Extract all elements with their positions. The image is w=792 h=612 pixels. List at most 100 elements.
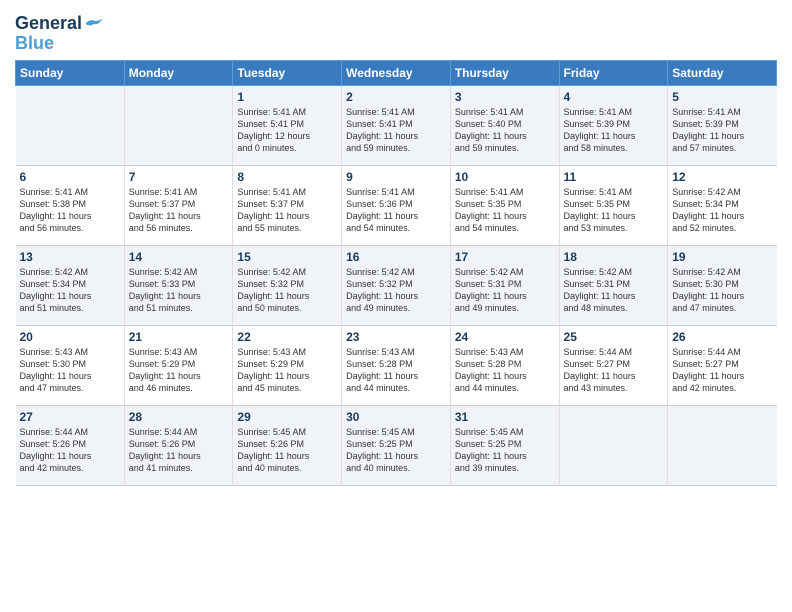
- header: General Blue: [15, 10, 777, 54]
- day-info: Sunrise: 5:41 AM Sunset: 5:41 PM Dayligh…: [346, 106, 446, 155]
- calendar-cell: 29Sunrise: 5:45 AM Sunset: 5:26 PM Dayli…: [233, 406, 342, 486]
- day-number: 7: [129, 170, 229, 184]
- header-monday: Monday: [124, 61, 233, 86]
- logo-bird-icon: [84, 14, 104, 34]
- calendar-cell: 22Sunrise: 5:43 AM Sunset: 5:29 PM Dayli…: [233, 326, 342, 406]
- calendar-cell: 27 Sunrise: 5:44 AM Sunset: 5:26 PM Dayli…: [16, 406, 125, 486]
- day-number: 26: [672, 330, 772, 344]
- day-number: 14: [129, 250, 229, 264]
- calendar-cell: 4 Sunrise: 5:41 AM Sunset: 5:39 PM Daylig…: [559, 86, 668, 166]
- logo: General Blue: [15, 14, 104, 54]
- day-info: Sunrise: 5:42 AM Sunset: 5:31 PM Dayligh…: [455, 266, 555, 315]
- day-info: Sunrise: 5:41 AM Sunset: 5:37 PM Dayligh…: [237, 186, 337, 235]
- day-number: 30: [346, 410, 446, 424]
- day-info: Sunrise: 5:43 AM Sunset: 5:29 PM Dayligh…: [129, 346, 229, 395]
- day-number: 17: [455, 250, 555, 264]
- calendar-cell: 31Sunrise: 5:45 AM Sunset: 5:25 PM Dayli…: [450, 406, 559, 486]
- logo-text-general: General: [15, 14, 82, 34]
- calendar-cell: 8 Sunrise: 5:41 AM Sunset: 5:37 PM Daylig…: [233, 166, 342, 246]
- day-info: Sunrise: 5:41 AM Sunset: 5:37 PM Dayligh…: [129, 186, 229, 235]
- day-number: 9: [346, 170, 446, 184]
- calendar-cell: 23Sunrise: 5:43 AM Sunset: 5:28 PM Dayli…: [342, 326, 451, 406]
- calendar-cell: 25 Sunrise: 5:44 AM Sunset: 5:27 PM Dayli…: [559, 326, 668, 406]
- calendar-cell: 15 Sunrise: 5:42 AM Sunset: 5:32 PM Dayli…: [233, 246, 342, 326]
- day-number: 16: [346, 250, 446, 264]
- day-number: 6: [20, 170, 120, 184]
- day-number: 25: [564, 330, 664, 344]
- calendar-cell: [668, 406, 777, 486]
- calendar-cell: 19 Sunrise: 5:42 AM Sunset: 5:30 PM Dayli…: [668, 246, 777, 326]
- calendar-week-2: 13 Sunrise: 5:42 AM Sunset: 5:34 PM Dayli…: [16, 246, 777, 326]
- day-info: Sunrise: 5:42 AM Sunset: 5:32 PM Dayligh…: [346, 266, 446, 315]
- calendar-cell: 9 Sunrise: 5:41 AM Sunset: 5:36 PM Daylig…: [342, 166, 451, 246]
- day-info: Sunrise: 5:41 AM Sunset: 5:36 PM Dayligh…: [346, 186, 446, 235]
- calendar-cell: 28Sunrise: 5:44 AM Sunset: 5:26 PM Dayli…: [124, 406, 233, 486]
- day-info: Sunrise: 5:41 AM Sunset: 5:39 PM Dayligh…: [564, 106, 664, 155]
- day-info: Sunrise: 5:41 AM Sunset: 5:35 PM Dayligh…: [455, 186, 555, 235]
- day-number: 3: [455, 90, 555, 104]
- calendar-cell: 10Sunrise: 5:41 AM Sunset: 5:35 PM Dayli…: [450, 166, 559, 246]
- day-number: 20: [20, 330, 120, 344]
- calendar-cell: 2 Sunrise: 5:41 AM Sunset: 5:41 PM Daylig…: [342, 86, 451, 166]
- day-number: 12: [672, 170, 772, 184]
- day-info: Sunrise: 5:42 AM Sunset: 5:32 PM Dayligh…: [237, 266, 337, 315]
- day-info: Sunrise: 5:44 AM Sunset: 5:27 PM Dayligh…: [672, 346, 772, 395]
- calendar-cell: 1Sunrise: 5:41 AM Sunset: 5:41 PM Daylig…: [233, 86, 342, 166]
- day-number: 11: [564, 170, 664, 184]
- calendar-cell: 30 Sunrise: 5:45 AM Sunset: 5:25 PM Dayli…: [342, 406, 451, 486]
- main-container: General Blue SundayMondayTuesdayWednesda…: [0, 0, 792, 496]
- calendar-cell: 14 Sunrise: 5:42 AM Sunset: 5:33 PM Dayli…: [124, 246, 233, 326]
- day-number: 8: [237, 170, 337, 184]
- calendar-cell: 17 Sunrise: 5:42 AM Sunset: 5:31 PM Dayli…: [450, 246, 559, 326]
- calendar-week-4: 27 Sunrise: 5:44 AM Sunset: 5:26 PM Dayli…: [16, 406, 777, 486]
- day-info: Sunrise: 5:41 AM Sunset: 5:35 PM Dayligh…: [564, 186, 664, 235]
- header-thursday: Thursday: [450, 61, 559, 86]
- calendar-cell: 5 Sunrise: 5:41 AM Sunset: 5:39 PM Daylig…: [668, 86, 777, 166]
- calendar-week-3: 20Sunrise: 5:43 AM Sunset: 5:30 PM Dayli…: [16, 326, 777, 406]
- day-info: Sunrise: 5:42 AM Sunset: 5:33 PM Dayligh…: [129, 266, 229, 315]
- day-info: Sunrise: 5:45 AM Sunset: 5:25 PM Dayligh…: [455, 426, 555, 475]
- day-info: Sunrise: 5:42 AM Sunset: 5:30 PM Dayligh…: [672, 266, 772, 315]
- calendar-cell: 7 Sunrise: 5:41 AM Sunset: 5:37 PM Daylig…: [124, 166, 233, 246]
- calendar-cell: 16 Sunrise: 5:42 AM Sunset: 5:32 PM Dayli…: [342, 246, 451, 326]
- calendar-cell: 21Sunrise: 5:43 AM Sunset: 5:29 PM Dayli…: [124, 326, 233, 406]
- day-info: Sunrise: 5:42 AM Sunset: 5:31 PM Dayligh…: [564, 266, 664, 315]
- header-sunday: Sunday: [16, 61, 125, 86]
- logo-text-blue: Blue: [15, 33, 54, 53]
- calendar-cell: 18 Sunrise: 5:42 AM Sunset: 5:31 PM Dayli…: [559, 246, 668, 326]
- day-info: Sunrise: 5:44 AM Sunset: 5:26 PM Dayligh…: [129, 426, 229, 475]
- calendar-week-0: 1Sunrise: 5:41 AM Sunset: 5:41 PM Daylig…: [16, 86, 777, 166]
- day-info: Sunrise: 5:43 AM Sunset: 5:28 PM Dayligh…: [455, 346, 555, 395]
- day-info: Sunrise: 5:41 AM Sunset: 5:41 PM Dayligh…: [237, 106, 337, 155]
- day-info: Sunrise: 5:41 AM Sunset: 5:39 PM Dayligh…: [672, 106, 772, 155]
- day-info: Sunrise: 5:45 AM Sunset: 5:26 PM Dayligh…: [237, 426, 337, 475]
- day-number: 13: [20, 250, 120, 264]
- day-info: Sunrise: 5:41 AM Sunset: 5:38 PM Dayligh…: [20, 186, 120, 235]
- day-info: Sunrise: 5:44 AM Sunset: 5:26 PM Dayligh…: [20, 426, 120, 475]
- calendar-week-1: 6 Sunrise: 5:41 AM Sunset: 5:38 PM Daylig…: [16, 166, 777, 246]
- header-wednesday: Wednesday: [342, 61, 451, 86]
- day-number: 19: [672, 250, 772, 264]
- day-number: 2: [346, 90, 446, 104]
- calendar-cell: 3 Sunrise: 5:41 AM Sunset: 5:40 PM Daylig…: [450, 86, 559, 166]
- header-row: SundayMondayTuesdayWednesdayThursdayFrid…: [16, 61, 777, 86]
- day-info: Sunrise: 5:42 AM Sunset: 5:34 PM Dayligh…: [20, 266, 120, 315]
- day-info: Sunrise: 5:44 AM Sunset: 5:27 PM Dayligh…: [564, 346, 664, 395]
- day-info: Sunrise: 5:45 AM Sunset: 5:25 PM Dayligh…: [346, 426, 446, 475]
- calendar-cell: [124, 86, 233, 166]
- day-number: 27: [20, 410, 120, 424]
- day-info: Sunrise: 5:41 AM Sunset: 5:40 PM Dayligh…: [455, 106, 555, 155]
- calendar-cell: 11 Sunrise: 5:41 AM Sunset: 5:35 PM Dayli…: [559, 166, 668, 246]
- calendar-cell: 12 Sunrise: 5:42 AM Sunset: 5:34 PM Dayli…: [668, 166, 777, 246]
- header-saturday: Saturday: [668, 61, 777, 86]
- day-number: 15: [237, 250, 337, 264]
- calendar-cell: 24 Sunrise: 5:43 AM Sunset: 5:28 PM Dayli…: [450, 326, 559, 406]
- day-number: 5: [672, 90, 772, 104]
- day-info: Sunrise: 5:42 AM Sunset: 5:34 PM Dayligh…: [672, 186, 772, 235]
- day-number: 18: [564, 250, 664, 264]
- calendar-table: SundayMondayTuesdayWednesdayThursdayFrid…: [15, 60, 777, 486]
- header-friday: Friday: [559, 61, 668, 86]
- day-number: 24: [455, 330, 555, 344]
- calendar-header: SundayMondayTuesdayWednesdayThursdayFrid…: [16, 61, 777, 86]
- day-number: 4: [564, 90, 664, 104]
